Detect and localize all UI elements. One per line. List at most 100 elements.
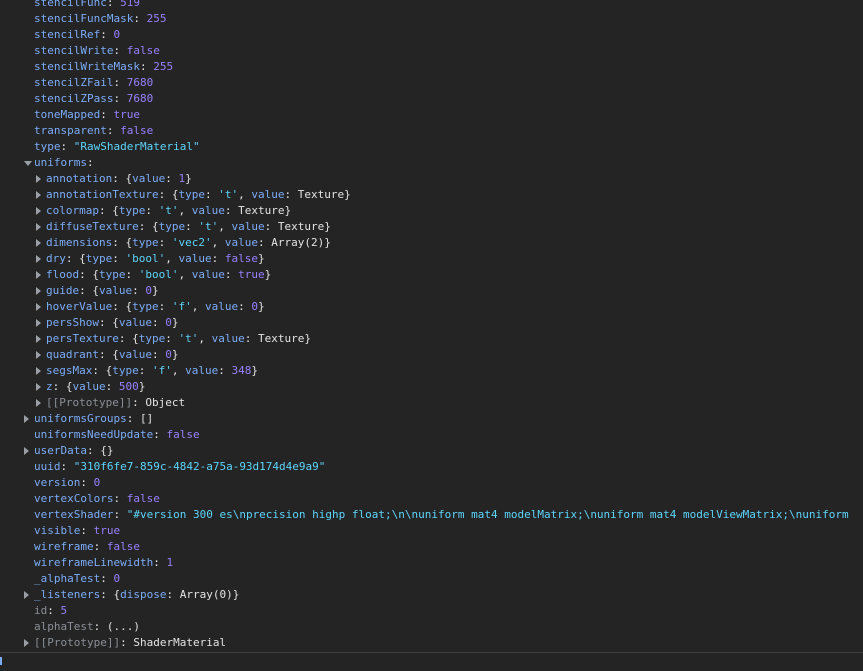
property-colon: :	[113, 44, 127, 57]
triangle-right-icon[interactable]	[36, 399, 41, 407]
property-key: stencilWriteMask	[34, 60, 140, 73]
triangle-right-icon[interactable]	[36, 335, 41, 343]
property-value-part: 'f'	[151, 364, 172, 377]
property-value-part: 'vec2'	[171, 236, 212, 249]
triangle-right-icon[interactable]	[24, 591, 29, 599]
console-prompt-caret[interactable]	[0, 657, 2, 665]
property-row[interactable]: dry: {type: 'bool', value: false}	[0, 251, 863, 267]
property-key: wireframe	[34, 540, 94, 553]
property-value-part: }	[138, 380, 146, 393]
triangle-right-icon[interactable]	[24, 415, 29, 423]
property-value: "RawShaderMaterial"	[73, 140, 200, 153]
triangle-right-icon[interactable]	[36, 191, 41, 199]
property-value-part: value	[231, 220, 265, 233]
property-row[interactable]: guide: {value: 0}	[0, 283, 863, 299]
property-colon: :	[118, 332, 133, 345]
property-value: true	[93, 524, 121, 537]
property-value: []	[139, 412, 154, 425]
property-row[interactable]: dimensions: {type: 'vec2', value: Array(…	[0, 235, 863, 251]
property-row[interactable]: flood: {type: 'bool', value: true}	[0, 267, 863, 283]
triangle-right-icon[interactable]	[36, 303, 41, 311]
property-value: 1	[166, 556, 174, 569]
triangle-right-icon[interactable]	[24, 639, 29, 647]
triangle-right-icon[interactable]	[36, 239, 41, 247]
property-row: stencilWriteMask: 255	[0, 59, 863, 75]
property-value: "310f6fe7-859c-4842-a75a-93d174d4e9a9"	[73, 460, 326, 473]
property-colon: :	[106, 0, 121, 9]
property-row[interactable]: diffuseTexture: {type: 't', value: Textu…	[0, 219, 863, 235]
property-text: annotationTexture: {type: 't', value: Te…	[46, 187, 351, 203]
property-value-part: :	[125, 268, 139, 281]
property-value-part: {	[92, 268, 99, 281]
property-text: vertexShader: "#version 300 es\nprecisio…	[34, 507, 849, 523]
property-value-part: type	[132, 236, 159, 249]
property-value: 7680	[126, 92, 154, 105]
property-row[interactable]: annotationTexture: {type: 't', value: Te…	[0, 187, 863, 203]
property-text: guide: {value: 0}	[46, 283, 159, 299]
property-row[interactable]: hoverValue: {type: 'f', value: 0}	[0, 299, 863, 315]
property-row[interactable]: persShow: {value: 0}	[0, 315, 863, 331]
triangle-right-icon[interactable]	[36, 319, 41, 327]
property-text: _listeners: {dispose: Array(0)}	[34, 587, 239, 603]
property-value-part: ,	[165, 252, 179, 265]
property-row[interactable]: [[Prototype]]: ShaderMaterial	[0, 635, 863, 651]
property-value-part: :	[211, 252, 225, 265]
property-row[interactable]: userData: {}	[0, 443, 863, 459]
property-key: alphaTest	[34, 620, 94, 633]
property-key: _alphaTest	[34, 572, 101, 585]
property-value-part: Texture	[257, 332, 305, 345]
property-text: persShow: {value: 0}	[46, 315, 178, 331]
property-text: stencilRef: 0	[34, 27, 120, 43]
property-text: stencilZPass: 7680	[34, 91, 153, 107]
property-value[interactable]: (...)	[107, 620, 140, 633]
property-key: vertexColors	[34, 492, 114, 505]
property-value-part: :	[138, 364, 152, 377]
property-value-part: type	[118, 204, 146, 217]
property-value-part: }	[304, 332, 311, 345]
property-row[interactable]: uniformsGroups: []	[0, 411, 863, 427]
property-row: wireframe: false	[0, 539, 863, 555]
triangle-right-icon[interactable]	[36, 383, 41, 391]
property-colon: :	[112, 236, 126, 249]
triangle-right-icon[interactable]	[36, 175, 41, 183]
property-value-part: type	[112, 364, 139, 377]
property-value-part: 't'	[178, 332, 199, 345]
property-value: Object	[145, 396, 186, 409]
triangle-right-icon[interactable]	[36, 271, 41, 279]
property-value-part: :	[238, 300, 252, 313]
triangle-down-icon[interactable]	[24, 161, 32, 166]
property-colon: :	[79, 284, 93, 297]
property-row[interactable]: annotation: {value: 1}	[0, 171, 863, 187]
property-colon: :	[98, 348, 113, 361]
property-row[interactable]: segsMax: {type: 'f', value: 348}	[0, 363, 863, 379]
triangle-right-icon[interactable]	[36, 223, 41, 231]
property-key: quadrant	[46, 348, 99, 361]
triangle-right-icon[interactable]	[24, 447, 29, 455]
property-value-part: {	[151, 220, 159, 233]
property-text: wireframe: false	[34, 539, 140, 555]
property-row[interactable]: colormap: {type: 't', value: Texture}	[0, 203, 863, 219]
property-colon: :	[79, 268, 93, 281]
property-value-part: value	[224, 236, 258, 249]
property-value: 0	[93, 476, 101, 489]
property-value-part: dispose	[120, 588, 167, 601]
property-row[interactable]: _listeners: {dispose: Array(0)}	[0, 587, 863, 603]
triangle-right-icon[interactable]	[36, 207, 41, 215]
property-colon: :	[93, 540, 107, 553]
triangle-right-icon[interactable]	[36, 287, 41, 295]
triangle-right-icon[interactable]	[36, 351, 41, 359]
property-row[interactable]: uniforms:	[0, 155, 863, 171]
triangle-right-icon[interactable]	[36, 255, 41, 263]
property-value-part: :	[244, 332, 258, 345]
property-key: stencilRef	[34, 28, 101, 41]
property-value-part: }	[232, 588, 240, 601]
property-row[interactable]: [[Prototype]]: Object	[0, 395, 863, 411]
property-colon: :	[60, 140, 74, 153]
triangle-right-icon[interactable]	[36, 367, 41, 375]
property-row[interactable]: z: {value: 500}	[0, 379, 863, 395]
property-key: dimensions	[46, 236, 113, 249]
property-key: diffuseTexture	[46, 220, 139, 233]
property-key: annotationTexture	[46, 188, 159, 201]
property-row[interactable]: quadrant: {value: 0}	[0, 347, 863, 363]
property-row[interactable]: persTexture: {type: 't', value: Texture}	[0, 331, 863, 347]
